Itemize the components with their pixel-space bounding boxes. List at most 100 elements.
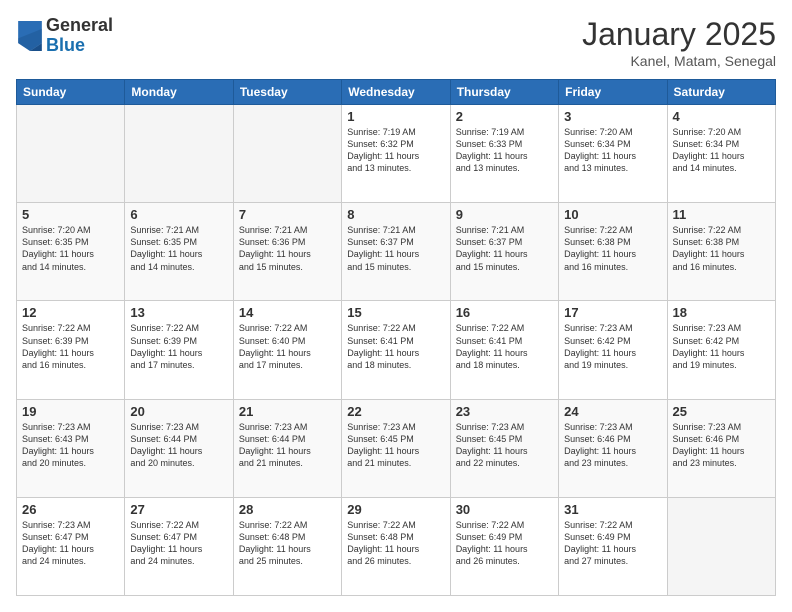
table-row: 25 Sunrise: 7:23 AM Sunset: 6:46 PM Dayli… bbox=[667, 399, 775, 497]
cell-text: Sunrise: 7:23 AM Sunset: 6:42 PM Dayligh… bbox=[673, 322, 770, 371]
day-number: 9 bbox=[456, 207, 553, 222]
table-row: 24 Sunrise: 7:23 AM Sunset: 6:46 PM Dayli… bbox=[559, 399, 667, 497]
cell-text: Sunrise: 7:22 AM Sunset: 6:49 PM Dayligh… bbox=[564, 519, 661, 568]
table-row: 3 Sunrise: 7:20 AM Sunset: 6:34 PM Daylig… bbox=[559, 105, 667, 203]
calendar: Sunday Monday Tuesday Wednesday Thursday… bbox=[16, 79, 776, 596]
day-number: 1 bbox=[347, 109, 444, 124]
cell-text: Sunrise: 7:23 AM Sunset: 6:45 PM Dayligh… bbox=[347, 421, 444, 470]
month-title: January 2025 bbox=[582, 16, 776, 53]
day-number: 24 bbox=[564, 404, 661, 419]
day-number: 23 bbox=[456, 404, 553, 419]
table-row: 14Sunrise: 7:22 AM Sunset: 6:40 PM Dayli… bbox=[233, 301, 341, 399]
table-row bbox=[233, 105, 341, 203]
table-row: 12 Sunrise: 7:22 AM Sunset: 6:39 PM Dayli… bbox=[17, 301, 125, 399]
day-number: 26 bbox=[22, 502, 119, 517]
table-row: 6 Sunrise: 7:21 AM Sunset: 6:35 PM Daylig… bbox=[125, 203, 233, 301]
table-row: 17Sunrise: 7:23 AM Sunset: 6:42 PM Dayli… bbox=[559, 301, 667, 399]
day-number: 28 bbox=[239, 502, 336, 517]
day-number: 29 bbox=[347, 502, 444, 517]
day-number: 31 bbox=[564, 502, 661, 517]
cell-text: Sunrise: 7:22 AM Sunset: 6:48 PM Dayligh… bbox=[239, 519, 336, 568]
day-number: 5 bbox=[22, 207, 119, 222]
day-number: 4 bbox=[673, 109, 770, 124]
day-number: 30 bbox=[456, 502, 553, 517]
table-row: 15 Sunrise: 7:22 AM Sunset: 6:41 PM Dayli… bbox=[342, 301, 450, 399]
col-friday: Friday bbox=[559, 80, 667, 105]
table-row: 21Sunrise: 7:23 AM Sunset: 6:44 PM Dayli… bbox=[233, 399, 341, 497]
day-number: 16 bbox=[456, 305, 553, 320]
table-row: 9 Sunrise: 7:21 AM Sunset: 6:37 PM Daylig… bbox=[450, 203, 558, 301]
calendar-week-row: 12 Sunrise: 7:22 AM Sunset: 6:39 PM Dayli… bbox=[17, 301, 776, 399]
day-number: 12 bbox=[22, 305, 119, 320]
cell-text: Sunrise: 7:22 AM Sunset: 6:48 PM Dayligh… bbox=[347, 519, 444, 568]
cell-text: Sunrise: 7:22 AM Sunset: 6:39 PM Dayligh… bbox=[22, 322, 119, 371]
day-number: 17 bbox=[564, 305, 661, 320]
table-row: 1 Sunrise: 7:19 AM Sunset: 6:32 PM Daylig… bbox=[342, 105, 450, 203]
day-number: 3 bbox=[564, 109, 661, 124]
calendar-week-row: 5 Sunrise: 7:20 AM Sunset: 6:35 PM Daylig… bbox=[17, 203, 776, 301]
table-row: 4Sunrise: 7:20 AM Sunset: 6:34 PM Daylig… bbox=[667, 105, 775, 203]
table-row: 18 Sunrise: 7:23 AM Sunset: 6:42 PM Dayli… bbox=[667, 301, 775, 399]
cell-text: Sunrise: 7:21 AM Sunset: 6:37 PM Dayligh… bbox=[456, 224, 553, 273]
cell-text: Sunrise: 7:23 AM Sunset: 6:45 PM Dayligh… bbox=[456, 421, 553, 470]
cell-text: Sunrise: 7:21 AM Sunset: 6:36 PM Dayligh… bbox=[239, 224, 336, 273]
col-monday: Monday bbox=[125, 80, 233, 105]
table-row bbox=[667, 497, 775, 595]
cell-text: Sunrise: 7:23 AM Sunset: 6:47 PM Dayligh… bbox=[22, 519, 119, 568]
cell-text: Sunrise: 7:21 AM Sunset: 6:37 PM Dayligh… bbox=[347, 224, 444, 273]
cell-text: Sunrise: 7:20 AM Sunset: 6:34 PM Dayligh… bbox=[564, 126, 661, 175]
table-row: 30 Sunrise: 7:22 AM Sunset: 6:49 PM Dayli… bbox=[450, 497, 558, 595]
table-row: 29 Sunrise: 7:22 AM Sunset: 6:48 PM Dayli… bbox=[342, 497, 450, 595]
cell-text: Sunrise: 7:19 AM Sunset: 6:32 PM Dayligh… bbox=[347, 126, 444, 175]
cell-text: Sunrise: 7:23 AM Sunset: 6:44 PM Dayligh… bbox=[130, 421, 227, 470]
table-row: 27Sunrise: 7:22 AM Sunset: 6:47 PM Dayli… bbox=[125, 497, 233, 595]
table-row: 5 Sunrise: 7:20 AM Sunset: 6:35 PM Daylig… bbox=[17, 203, 125, 301]
calendar-week-row: 19 Sunrise: 7:23 AM Sunset: 6:43 PM Dayli… bbox=[17, 399, 776, 497]
col-tuesday: Tuesday bbox=[233, 80, 341, 105]
logo-icon bbox=[18, 21, 42, 51]
table-row: 28 Sunrise: 7:22 AM Sunset: 6:48 PM Dayli… bbox=[233, 497, 341, 595]
cell-text: Sunrise: 7:22 AM Sunset: 6:49 PM Dayligh… bbox=[456, 519, 553, 568]
day-number: 11 bbox=[673, 207, 770, 222]
day-number: 19 bbox=[22, 404, 119, 419]
day-number: 21 bbox=[239, 404, 336, 419]
day-number: 10 bbox=[564, 207, 661, 222]
col-saturday: Saturday bbox=[667, 80, 775, 105]
day-number: 18 bbox=[673, 305, 770, 320]
table-row: 20 Sunrise: 7:23 AM Sunset: 6:44 PM Dayli… bbox=[125, 399, 233, 497]
day-number: 20 bbox=[130, 404, 227, 419]
table-row: 10 Sunrise: 7:22 AM Sunset: 6:38 PM Dayli… bbox=[559, 203, 667, 301]
logo-general: General bbox=[46, 16, 113, 36]
cell-text: Sunrise: 7:23 AM Sunset: 6:46 PM Dayligh… bbox=[564, 421, 661, 470]
day-number: 6 bbox=[130, 207, 227, 222]
col-sunday: Sunday bbox=[17, 80, 125, 105]
col-wednesday: Wednesday bbox=[342, 80, 450, 105]
table-row: 13Sunrise: 7:22 AM Sunset: 6:39 PM Dayli… bbox=[125, 301, 233, 399]
logo: General Blue bbox=[16, 16, 113, 56]
table-row bbox=[17, 105, 125, 203]
day-number: 25 bbox=[673, 404, 770, 419]
day-number: 2 bbox=[456, 109, 553, 124]
table-row: 11 Sunrise: 7:22 AM Sunset: 6:38 PM Dayli… bbox=[667, 203, 775, 301]
cell-text: Sunrise: 7:19 AM Sunset: 6:33 PM Dayligh… bbox=[456, 126, 553, 175]
cell-text: Sunrise: 7:23 AM Sunset: 6:43 PM Dayligh… bbox=[22, 421, 119, 470]
table-row: 19 Sunrise: 7:23 AM Sunset: 6:43 PM Dayli… bbox=[17, 399, 125, 497]
table-row: 16Sunrise: 7:22 AM Sunset: 6:41 PM Dayli… bbox=[450, 301, 558, 399]
cell-text: Sunrise: 7:22 AM Sunset: 6:40 PM Dayligh… bbox=[239, 322, 336, 371]
day-number: 15 bbox=[347, 305, 444, 320]
table-row: 22 Sunrise: 7:23 AM Sunset: 6:45 PM Dayli… bbox=[342, 399, 450, 497]
table-row: 31 Sunrise: 7:22 AM Sunset: 6:49 PM Dayli… bbox=[559, 497, 667, 595]
cell-text: Sunrise: 7:21 AM Sunset: 6:35 PM Dayligh… bbox=[130, 224, 227, 273]
cell-text: Sunrise: 7:22 AM Sunset: 6:41 PM Dayligh… bbox=[347, 322, 444, 371]
calendar-week-row: 26 Sunrise: 7:23 AM Sunset: 6:47 PM Dayli… bbox=[17, 497, 776, 595]
day-number: 13 bbox=[130, 305, 227, 320]
day-number: 7 bbox=[239, 207, 336, 222]
cell-text: Sunrise: 7:23 AM Sunset: 6:46 PM Dayligh… bbox=[673, 421, 770, 470]
cell-text: Sunrise: 7:22 AM Sunset: 6:38 PM Dayligh… bbox=[673, 224, 770, 273]
col-thursday: Thursday bbox=[450, 80, 558, 105]
cell-text: Sunrise: 7:20 AM Sunset: 6:35 PM Dayligh… bbox=[22, 224, 119, 273]
cell-text: Sunrise: 7:22 AM Sunset: 6:38 PM Dayligh… bbox=[564, 224, 661, 273]
day-number: 8 bbox=[347, 207, 444, 222]
day-number: 22 bbox=[347, 404, 444, 419]
title-block: January 2025 Kanel, Matam, Senegal bbox=[582, 16, 776, 69]
